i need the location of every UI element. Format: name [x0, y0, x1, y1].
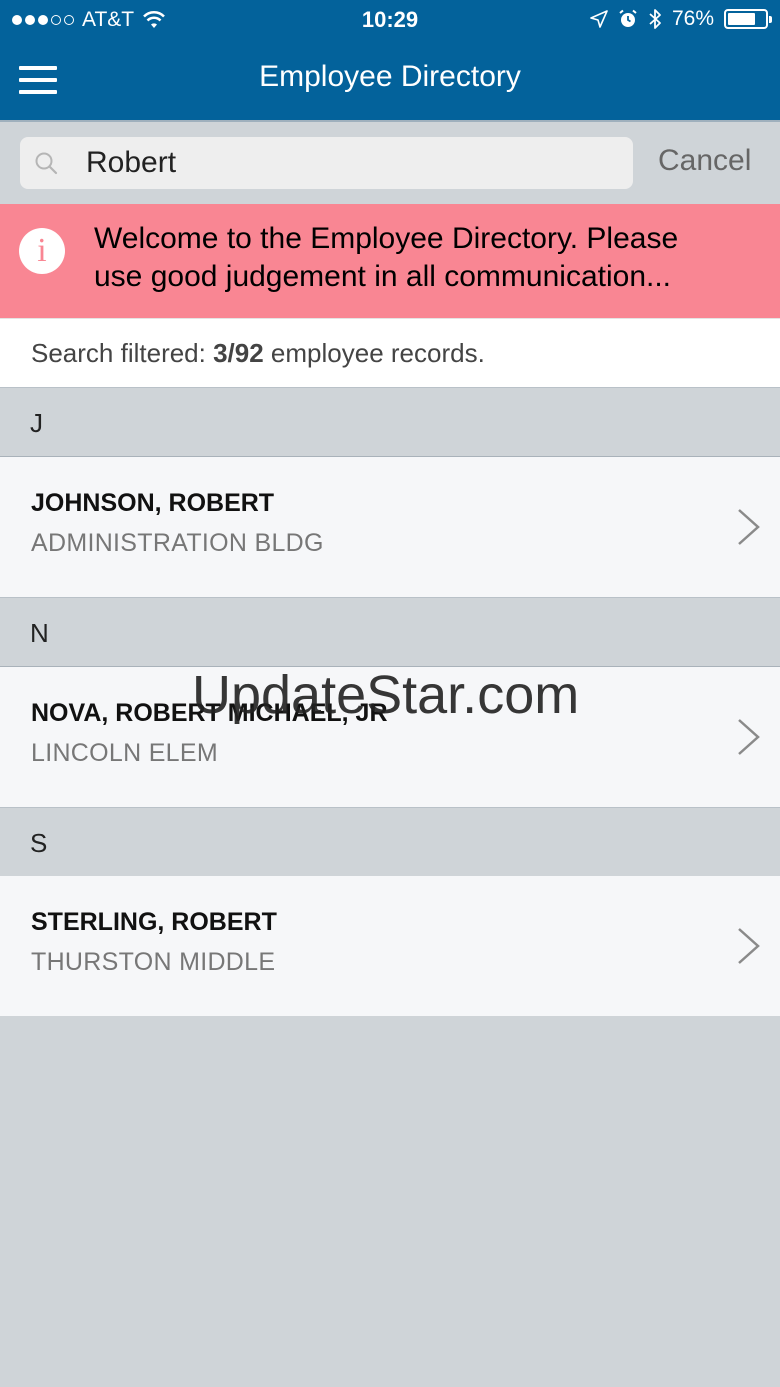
- page-title: Employee Directory: [259, 60, 521, 93]
- chevron-right-icon: [738, 719, 760, 755]
- battery-icon: [724, 9, 772, 29]
- employee-location: LINCOLN ELEM: [31, 739, 218, 767]
- employee-name: STERLING, ROBERT: [31, 908, 277, 936]
- banner-message: Welcome to the Employee Directory. Pleas…: [94, 220, 754, 296]
- watermark-text: UpdateStar.com: [192, 665, 580, 725]
- bluetooth-icon: [649, 9, 661, 29]
- employee-row-sterling[interactable]: STERLING, ROBERT THURSTON MIDDLE: [0, 876, 780, 1016]
- filter-prefix: Search filtered:: [31, 338, 214, 368]
- info-icon: i: [19, 228, 65, 274]
- employee-row-johnson[interactable]: JOHNSON, ROBERT ADMINISTRATION BLDG: [0, 457, 780, 597]
- banner-line-2: use good judgement in all communication.…: [94, 260, 672, 293]
- section-letter: N: [30, 618, 49, 648]
- section-header-j: J: [0, 387, 780, 457]
- section-letter: S: [30, 828, 48, 858]
- employee-name: JOHNSON, ROBERT: [31, 489, 275, 517]
- employee-location: ADMINISTRATION BLDG: [31, 529, 324, 557]
- cancel-button[interactable]: Cancel: [658, 144, 751, 178]
- section-letter: J: [30, 408, 43, 438]
- app-header: AT&T 10:29 76% Employee Directory: [0, 0, 780, 120]
- chevron-right-icon: [738, 509, 760, 545]
- location-arrow-icon: [590, 10, 608, 28]
- section-header-n: N: [0, 597, 780, 667]
- chevron-right-icon: [738, 928, 760, 964]
- filter-count: 3/92: [213, 338, 264, 368]
- section-header-s: S: [0, 807, 780, 877]
- search-input[interactable]: Robert: [20, 137, 633, 189]
- status-bar: AT&T 10:29 76%: [0, 0, 780, 40]
- employee-location: THURSTON MIDDLE: [31, 948, 276, 976]
- battery-fill: [728, 13, 756, 25]
- banner-line-1: Welcome to the Employee Directory. Pleas…: [94, 222, 679, 255]
- search-input-value: Robert: [86, 146, 177, 179]
- filter-suffix: employee records.: [263, 338, 485, 368]
- search-icon: [35, 152, 58, 175]
- search-filter-summary: Search filtered: 3/92 employee records.: [0, 318, 780, 387]
- battery-percentage: 76%: [671, 7, 714, 30]
- alarm-icon: [619, 9, 637, 27]
